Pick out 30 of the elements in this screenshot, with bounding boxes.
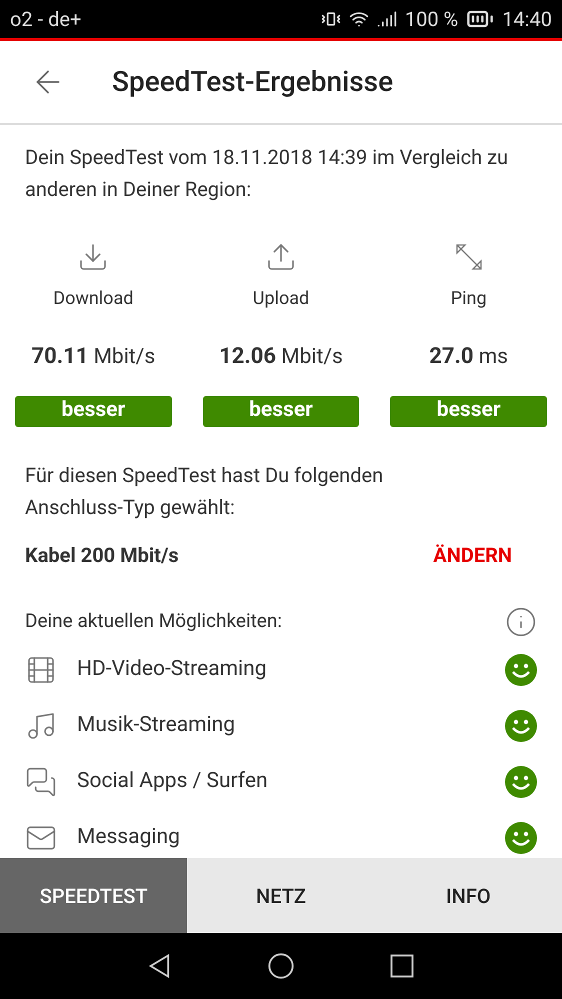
home-circle-icon[interactable] xyxy=(266,952,295,980)
capability-label: Social Apps / Surfen xyxy=(77,768,268,795)
metric-value: 27.0 ms xyxy=(429,343,508,371)
clock-time: 14:40 xyxy=(502,6,552,33)
metric-value: 70.11 Mbit/s xyxy=(31,343,156,371)
carrier-name: o2 - de+ xyxy=(10,6,82,33)
connection-type: Kabel 200 Mbit/s xyxy=(25,542,179,568)
connection-text: Für diesen SpeedTest hast Du folgenden Anschluss-Typ gewählt: xyxy=(25,462,384,520)
battery-percent: 100 % xyxy=(404,6,458,33)
capabilities-title: Deine aktuellen Möglichkeiten: xyxy=(25,608,282,634)
metric-value: 12.06 Mbit/s xyxy=(219,343,343,371)
info-icon[interactable] xyxy=(505,606,537,638)
signal-icon xyxy=(376,9,397,29)
chat-bubbles-icon xyxy=(25,766,57,798)
tab[interactable]: INFO xyxy=(374,858,562,933)
capability-label: Musik-Streaming xyxy=(77,712,236,739)
metric-label: Ping xyxy=(450,287,487,311)
tab[interactable]: SPEEDTEST xyxy=(0,858,188,933)
intro-text: Dein SpeedTest vom 18.11.2018 14:39 im Vergleich zu anderen in Deiner Region: xyxy=(25,144,510,203)
capability-label: Messaging xyxy=(77,824,180,851)
rating-badge: besser xyxy=(15,396,172,426)
rating-badge: besser xyxy=(202,396,360,426)
rating-badge: besser xyxy=(390,396,547,426)
page-title: SpeedTest-Ergebnisse xyxy=(112,64,394,100)
tab[interactable]: NETZ xyxy=(187,858,375,933)
metric-label: Download xyxy=(53,287,134,311)
change-link[interactable]: ÄNDERN xyxy=(433,540,512,570)
metric-label: Upload xyxy=(252,287,310,311)
square-icon[interactable] xyxy=(388,952,416,980)
capability-label: HD-Video-Streaming xyxy=(77,656,267,683)
